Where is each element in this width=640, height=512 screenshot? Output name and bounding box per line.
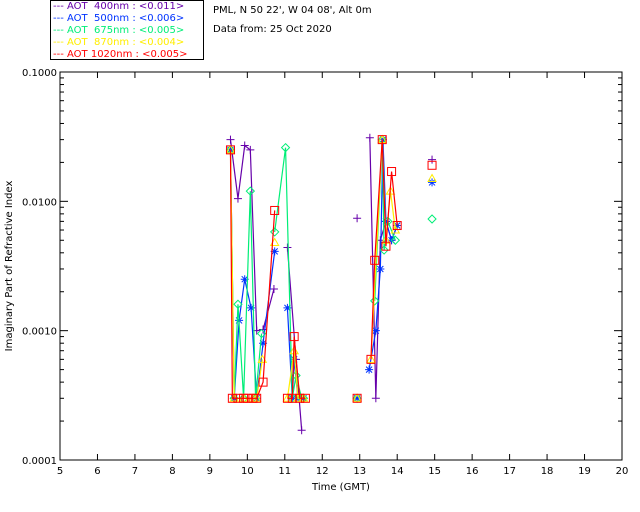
x-tick-label: 11 [278, 466, 291, 477]
x-tick-label: 10 [241, 466, 254, 477]
x-tick-label: 13 [353, 466, 366, 477]
x-tick-label: 20 [616, 466, 629, 477]
data-point-plus [371, 394, 380, 403]
x-tick-label: 6 [94, 466, 100, 477]
series-line [229, 139, 275, 332]
plot-frame [59, 71, 623, 461]
x-axis-label: Time (GMT) [311, 482, 370, 493]
x-tick-label: 5 [57, 466, 63, 477]
x-tick-label: 9 [207, 466, 213, 477]
data-point-star [365, 365, 374, 374]
series-line [274, 147, 304, 399]
data-point-plus [353, 214, 362, 223]
y-tick-label: 0.0001 [22, 456, 57, 467]
chart-window: --- AOT 400nm : <0.011> --- AOT 500nm : <… [0, 0, 640, 512]
x-tick-label: 17 [503, 466, 516, 477]
series-line [229, 149, 263, 399]
y-tick-label: 0.0100 [22, 197, 57, 208]
data-point-plus [233, 194, 242, 203]
data-point-plus [269, 284, 278, 293]
data-point-diamond [427, 214, 437, 224]
y-axis-label: Imaginary Part of Refractive Index [4, 181, 15, 352]
y-tick-label: 0.0010 [22, 327, 57, 338]
x-tick-label: 12 [316, 466, 329, 477]
x-tick-label: 7 [132, 466, 138, 477]
x-tick-label: 14 [391, 466, 404, 477]
x-tick-label: 8 [169, 466, 175, 477]
plot-area: 5 6 7 8 9 10 11 12 13 14 15 16 17 18 19 20 0.0001 0.0010 0… [4, 68, 629, 493]
data-point-plus [297, 426, 306, 435]
data-point-plus [365, 133, 374, 142]
data-point-plus [283, 243, 292, 252]
x-tick-label: 16 [466, 466, 479, 477]
data-point-star [376, 264, 385, 273]
x-tick-label: 15 [428, 466, 441, 477]
y-tick-label: 0.1000 [22, 68, 57, 79]
data-point-plus [428, 155, 437, 164]
x-tick-label: 18 [541, 466, 554, 477]
x-tick-label: 19 [578, 466, 591, 477]
data-point-plus [226, 135, 235, 144]
